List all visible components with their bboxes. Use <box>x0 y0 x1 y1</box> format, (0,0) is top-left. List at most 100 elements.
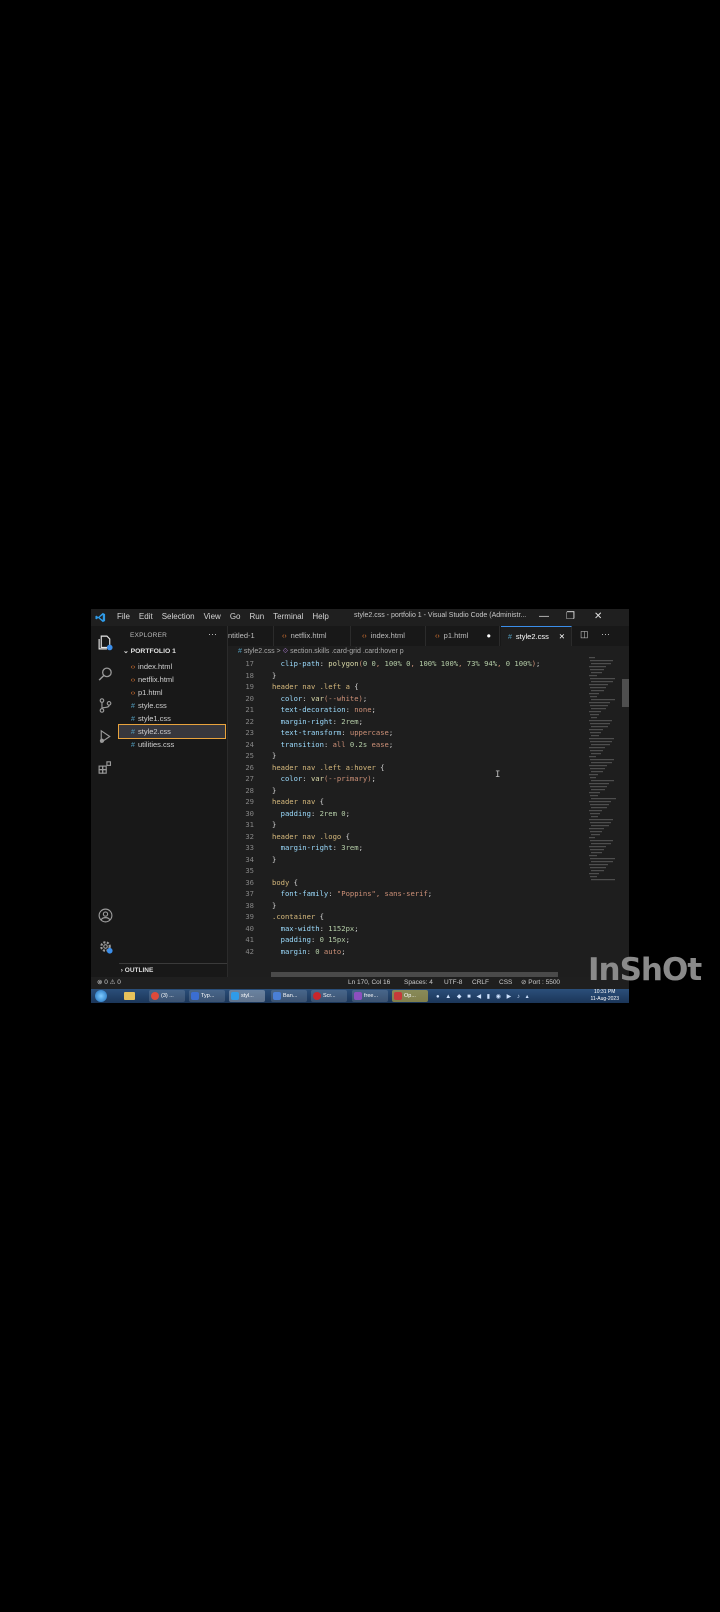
file-item[interactable]: # utilities.css <box>119 738 225 751</box>
file-item[interactable]: # style1.css <box>119 712 225 725</box>
menu-view[interactable]: View <box>204 612 221 621</box>
restore-button[interactable]: ❐ <box>566 611 575 622</box>
menu-selection[interactable]: Selection <box>162 612 195 621</box>
tab-style2-css[interactable]: # style2.css ✕ <box>501 626 572 646</box>
file-item-selected[interactable]: # style2.css <box>118 724 226 739</box>
code-line[interactable]: 28} <box>228 785 276 797</box>
taskbar-item-chrome[interactable]: (3) ... <box>149 990 185 1002</box>
settings-gear-icon[interactable] <box>96 937 114 955</box>
file-item[interactable]: # style.css <box>119 699 225 712</box>
taskbar-item-typing[interactable]: Typ... <box>189 990 225 1002</box>
close-tab-icon[interactable]: ✕ <box>559 627 565 646</box>
taskbar-item-opera[interactable]: Op... <box>392 990 428 1002</box>
code-line[interactable]: 24 transition: all 0.2s ease; <box>228 739 393 751</box>
folder-portfolio[interactable]: ⌄ PORTFOLIO 1 <box>123 647 176 655</box>
line-number: 27 <box>245 774 254 783</box>
code-line[interactable]: 41 padding: 0 15px; <box>228 934 350 946</box>
problems-indicator[interactable]: ⊗ 0 ⚠ 0 <box>97 977 121 989</box>
vscode-logo-icon <box>95 612 106 623</box>
breadcrumb-symbol[interactable]: section.skills .card-grid .card:hover p <box>290 648 404 655</box>
minimap-line <box>590 822 611 824</box>
minimap-line <box>589 711 601 713</box>
menu-edit[interactable]: Edit <box>139 612 153 621</box>
minimap[interactable] <box>587 657 621 887</box>
code-line[interactable]: 32 header nav .logo { <box>228 831 350 843</box>
language-mode[interactable]: CSS <box>499 977 512 989</box>
vertical-scrollbar[interactable] <box>622 679 629 707</box>
menu-terminal[interactable]: Terminal <box>273 612 303 621</box>
code-line[interactable]: 23 text-transform: uppercase; <box>228 727 393 739</box>
code-editor[interactable]: 17 clip-path: polygon(0 0, 100% 0, 100% … <box>228 657 629 977</box>
code-line[interactable]: 40 max-width: 1152px; <box>228 923 358 935</box>
taskbar-item-vscode[interactable]: styl... <box>229 990 265 1002</box>
code-line[interactable]: 38} <box>228 900 276 912</box>
minimap-line <box>590 867 606 869</box>
menu-help[interactable]: Help <box>312 612 328 621</box>
code-line[interactable]: 36 body { <box>228 877 298 889</box>
taskbar-item-screen-recorder[interactable]: Scr... <box>311 990 347 1002</box>
code-line[interactable]: 25} <box>228 750 276 762</box>
taskbar-clock[interactable]: 10:31 PM 11-Aug-2023 <box>590 989 619 1002</box>
close-window-button[interactable]: ✕ <box>594 611 602 622</box>
explorer-more-button[interactable]: ··· <box>208 629 217 639</box>
code-line[interactable]: 31} <box>228 819 276 831</box>
tab-p1-html[interactable]: ‹› p1.html ● <box>427 626 500 646</box>
source-control-icon[interactable] <box>96 696 114 714</box>
line-ending[interactable]: CRLF <box>472 977 489 989</box>
line-number: 30 <box>245 808 254 818</box>
run-debug-icon[interactable] <box>96 727 114 745</box>
code-line[interactable]: 37 font-family: "Poppins", sans-serif; <box>228 888 432 900</box>
code-line[interactable]: 30 padding: 2rem 0; <box>228 808 350 820</box>
split-editor-icon[interactable]: ◫ <box>580 629 589 640</box>
explorer-icon[interactable] <box>96 633 114 651</box>
code-line[interactable]: 22 margin-right: 2rem; <box>228 716 363 728</box>
line-number: 24 <box>245 739 254 749</box>
system-tray-icons[interactable]: ● ▲ ◆ ■ ◀ ▮ ◉ ▶ ♪ ▴ <box>436 993 531 1000</box>
encoding[interactable]: UTF-8 <box>444 977 462 989</box>
modified-dot-icon[interactable]: ● <box>486 626 491 646</box>
file-explorer-taskbar-icon[interactable] <box>124 992 135 1000</box>
outline-section[interactable]: › OUTLINE <box>119 963 227 977</box>
minimap-line <box>590 660 613 662</box>
more-actions-icon[interactable]: ··· <box>601 629 610 639</box>
code-line[interactable]: 21 text-decoration: none; <box>228 704 376 716</box>
extensions-icon[interactable] <box>96 758 114 776</box>
file-item[interactable]: ‹› netflix.html <box>119 673 225 686</box>
start-button[interactable] <box>95 990 107 1002</box>
tab-index-html[interactable]: ‹› index.html <box>352 626 426 646</box>
code-line[interactable]: 34} <box>228 854 276 866</box>
code-line[interactable]: 18} <box>228 670 276 682</box>
code-line[interactable]: 42 margin: 0 auto; <box>228 946 345 958</box>
minimap-line <box>591 879 615 881</box>
minimize-button[interactable]: — <box>539 611 549 622</box>
taskbar-item-ban[interactable]: Ban... <box>271 990 307 1002</box>
code-line[interactable]: 35 <box>228 865 254 877</box>
code-line[interactable]: 17 clip-path: polygon(0 0, 100% 0, 100% … <box>228 658 540 670</box>
tab-netflix-html[interactable]: ‹› netflix.html <box>274 626 351 646</box>
menu-go[interactable]: Go <box>230 612 241 621</box>
line-code: .container { <box>272 912 324 921</box>
code-line[interactable]: 27 color: var(--primary); <box>228 773 376 785</box>
line-number: 41 <box>245 935 254 944</box>
file-item[interactable]: ‹› p1.html <box>119 686 225 699</box>
search-icon[interactable] <box>96 665 114 683</box>
code-line[interactable]: 33 margin-right: 3rem; <box>228 842 363 854</box>
code-line[interactable]: 19 header nav .left a { <box>228 681 358 693</box>
menu-run[interactable]: Run <box>249 612 264 621</box>
minimap-line <box>589 693 599 695</box>
taskbar-item-free[interactable]: free... <box>352 990 388 1002</box>
tab-untitled[interactable]: ntitled-1 <box>228 626 274 646</box>
breadcrumb-file[interactable]: style2.css <box>244 648 275 655</box>
cursor-position[interactable]: Ln 170, Col 16 <box>348 977 390 989</box>
menu-file[interactable]: File <box>117 612 130 621</box>
file-item[interactable]: ‹› index.html <box>119 660 225 673</box>
indent-setting[interactable]: Spaces: 4 <box>404 977 433 989</box>
live-server-port[interactable]: ⊘ Port : 5500 <box>521 977 560 989</box>
code-line[interactable]: 39 .container { <box>228 911 324 923</box>
minimap-line <box>591 870 604 872</box>
code-line[interactable]: 26 header nav .left a:hover { <box>228 762 384 774</box>
account-icon[interactable] <box>96 906 114 924</box>
minimap-line <box>591 681 613 683</box>
code-line[interactable]: 20 color: var(--white); <box>228 693 367 705</box>
code-line[interactable]: 29 header nav { <box>228 796 324 808</box>
